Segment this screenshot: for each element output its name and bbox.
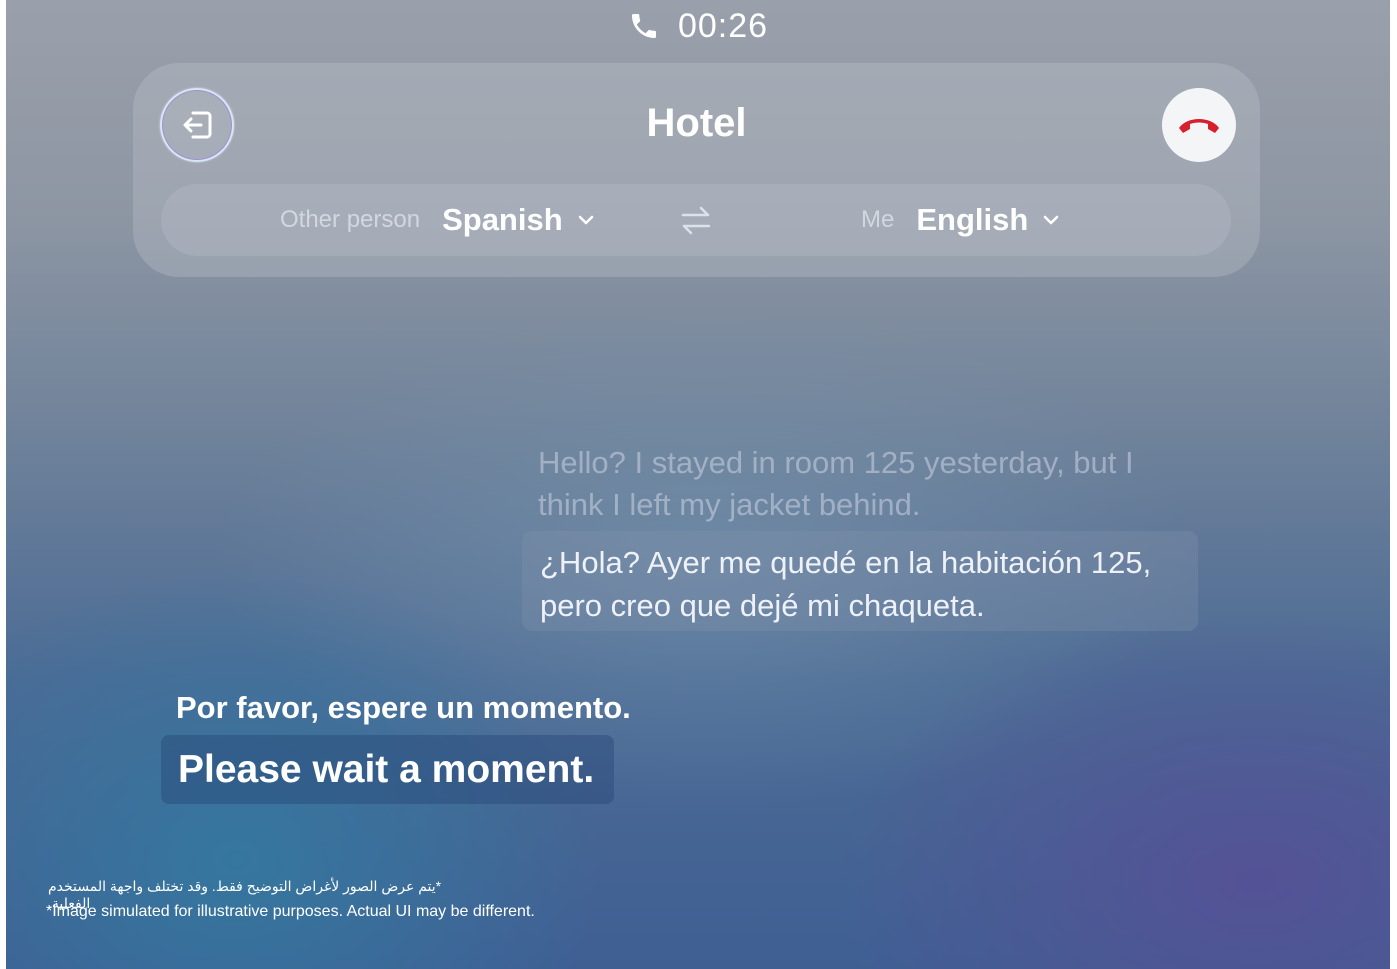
phone-icon bbox=[631, 14, 656, 38]
other-person-language-value: Spanish bbox=[442, 202, 563, 237]
me-label: Me bbox=[861, 206, 895, 233]
chevron-down-icon bbox=[1044, 215, 1059, 225]
language-selector-bar: Other person Spanish Me English bbox=[161, 184, 1231, 256]
other-person-language-dropdown[interactable]: Spanish bbox=[442, 202, 595, 238]
end-call-button[interactable] bbox=[1162, 88, 1236, 162]
my-language-value: English bbox=[916, 202, 1029, 237]
call-timer: 00:26 bbox=[677, 6, 769, 45]
incoming-original-message: Hello? I stayed in room 125 yesterday, b… bbox=[538, 445, 1134, 522]
reply-original-message: Please wait a moment. bbox=[161, 735, 614, 804]
chevron-down-icon bbox=[578, 215, 593, 225]
call-status-bar: 00:26 bbox=[6, 4, 1390, 48]
incoming-translated-message: ¿Hola? Ayer me quedé en la habitación 12… bbox=[522, 531, 1198, 631]
my-language: Me English bbox=[861, 184, 1060, 256]
disclaimer-english: *Image simulated for illustrative purpos… bbox=[46, 903, 535, 920]
call-screen: 00:26 Hotel Other person Spanish Me Engl… bbox=[6, 0, 1390, 969]
other-person-label: Other person bbox=[280, 206, 421, 233]
reply-translated-message: Por favor, espere un momento. bbox=[176, 690, 631, 725]
swap-icon[interactable] bbox=[679, 204, 713, 236]
my-language-dropdown[interactable]: English bbox=[916, 202, 1060, 238]
end-call-icon bbox=[1179, 119, 1219, 133]
other-person-language: Other person Spanish bbox=[280, 184, 595, 256]
call-header-card: Hotel Other person Spanish Me English bbox=[133, 63, 1260, 277]
page-title: Hotel bbox=[646, 101, 747, 145]
